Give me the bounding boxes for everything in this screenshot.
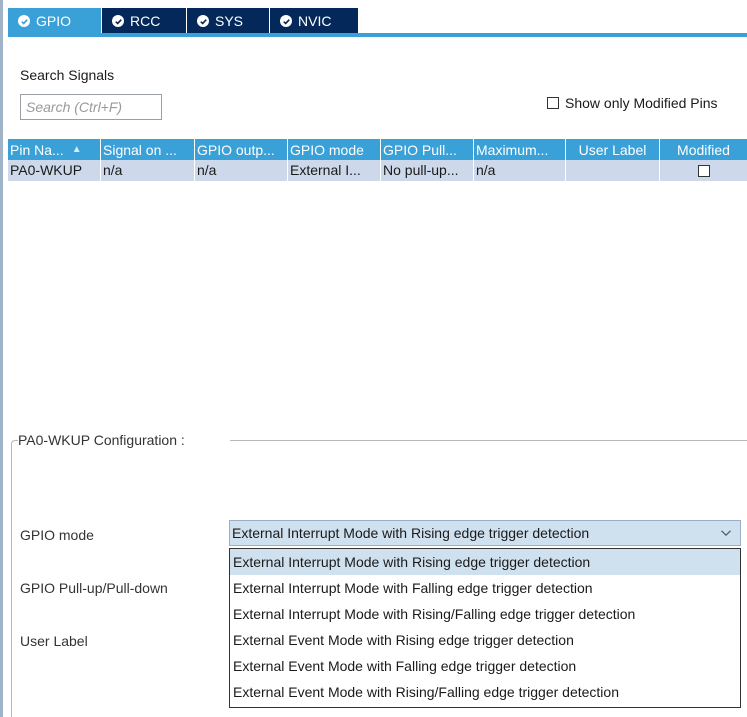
column-header-gpio-pull[interactable]: GPIO Pull... — [381, 139, 474, 160]
dropdown-option[interactable]: External Event Mode with Rising/Falling … — [230, 679, 740, 705]
column-header-label: Pin Na... — [10, 141, 64, 158]
tab-rcc[interactable]: RCC — [102, 8, 186, 34]
configuration-title: PA0-WKUP Configuration : — [18, 432, 189, 448]
gpio-mode-label: GPIO mode — [20, 527, 94, 543]
user-label-label: User Label — [20, 633, 88, 649]
check-circle-icon — [18, 15, 30, 27]
cell-modified — [660, 160, 747, 181]
sort-up-icon: ▲ — [71, 143, 82, 155]
column-header-label: GPIO mode — [290, 141, 364, 158]
dropdown-option[interactable]: External Event Mode with Rising edge tri… — [230, 627, 740, 653]
chevron-down-icon[interactable] — [720, 527, 732, 539]
column-header-label: GPIO outp... — [197, 141, 275, 158]
cell-gpio-pull: No pull-up... — [381, 160, 474, 181]
column-header-gpio-output[interactable]: GPIO outp... — [195, 139, 288, 160]
tab-label: SYS — [215, 13, 244, 29]
tab-label: RCC — [130, 13, 161, 29]
cell-gpio-mode: External I... — [288, 160, 381, 181]
column-header-label: Modified — [677, 141, 730, 158]
show-modified-checkbox[interactable] — [547, 97, 559, 109]
tab-nvic[interactable]: NVIC — [270, 8, 358, 34]
dropdown-option[interactable]: External Interrupt Mode with Rising/Fall… — [230, 601, 740, 627]
search-signals-label: Search Signals — [20, 67, 115, 83]
column-header-user-label[interactable]: User Label — [566, 139, 660, 160]
dropdown-option[interactable]: External Event Mode with Falling edge tr… — [230, 653, 740, 679]
show-modified-toggle[interactable]: Show only Modified Pins — [547, 95, 718, 111]
cell-user-label[interactable] — [566, 160, 660, 181]
check-circle-icon — [112, 15, 124, 27]
cell-signal: n/a — [101, 160, 195, 181]
tab-label: NVIC — [298, 13, 332, 29]
column-header-modified[interactable]: Modified — [660, 139, 747, 160]
tab-underline — [8, 33, 747, 37]
signals-table: Pin Na... ▲ Signal on ... GPIO outp... G… — [8, 139, 747, 181]
show-modified-label: Show only Modified Pins — [565, 95, 718, 111]
table-row[interactable]: PA0-WKUP n/a n/a External I... No pull-u… — [8, 160, 747, 181]
modified-checkbox[interactable] — [697, 164, 710, 177]
search-input[interactable] — [20, 94, 162, 120]
column-header-label: Maximum... — [476, 141, 549, 158]
cell-gpio-output: n/a — [195, 160, 288, 181]
dropdown-option[interactable]: External Interrupt Mode with Rising edge… — [230, 549, 740, 575]
column-header-label: GPIO Pull... — [383, 141, 457, 158]
cell-maximum: n/a — [474, 160, 566, 181]
gpio-mode-dropdown-list: External Interrupt Mode with Rising edge… — [229, 548, 741, 708]
tab-gpio[interactable]: GPIO — [8, 8, 101, 34]
check-circle-icon — [197, 15, 209, 27]
group-border — [11, 449, 12, 717]
gpio-mode-select[interactable]: External Interrupt Mode with Rising edge… — [229, 520, 741, 546]
table-header: Pin Na... ▲ Signal on ... GPIO outp... G… — [8, 139, 747, 160]
column-header-maximum[interactable]: Maximum... — [474, 139, 566, 160]
tab-sys[interactable]: SYS — [187, 8, 269, 34]
column-header-signal[interactable]: Signal on ... — [101, 139, 195, 160]
cell-pin-name: PA0-WKUP — [8, 160, 101, 181]
left-panel-edge — [0, 0, 3, 717]
column-header-label: User Label — [578, 141, 647, 158]
column-header-gpio-mode[interactable]: GPIO mode — [288, 139, 381, 160]
group-border — [230, 440, 747, 441]
column-header-label: Signal on ... — [103, 141, 177, 158]
tab-label: GPIO — [36, 13, 72, 29]
gpio-mode-selected-value: External Interrupt Mode with Rising edge… — [232, 525, 590, 541]
column-header-pin-name[interactable]: Pin Na... ▲ — [8, 139, 101, 160]
gpio-pull-label: GPIO Pull-up/Pull-down — [20, 580, 168, 596]
check-circle-icon — [280, 15, 292, 27]
dropdown-option[interactable]: External Interrupt Mode with Falling edg… — [230, 575, 740, 601]
group-border — [11, 440, 18, 451]
